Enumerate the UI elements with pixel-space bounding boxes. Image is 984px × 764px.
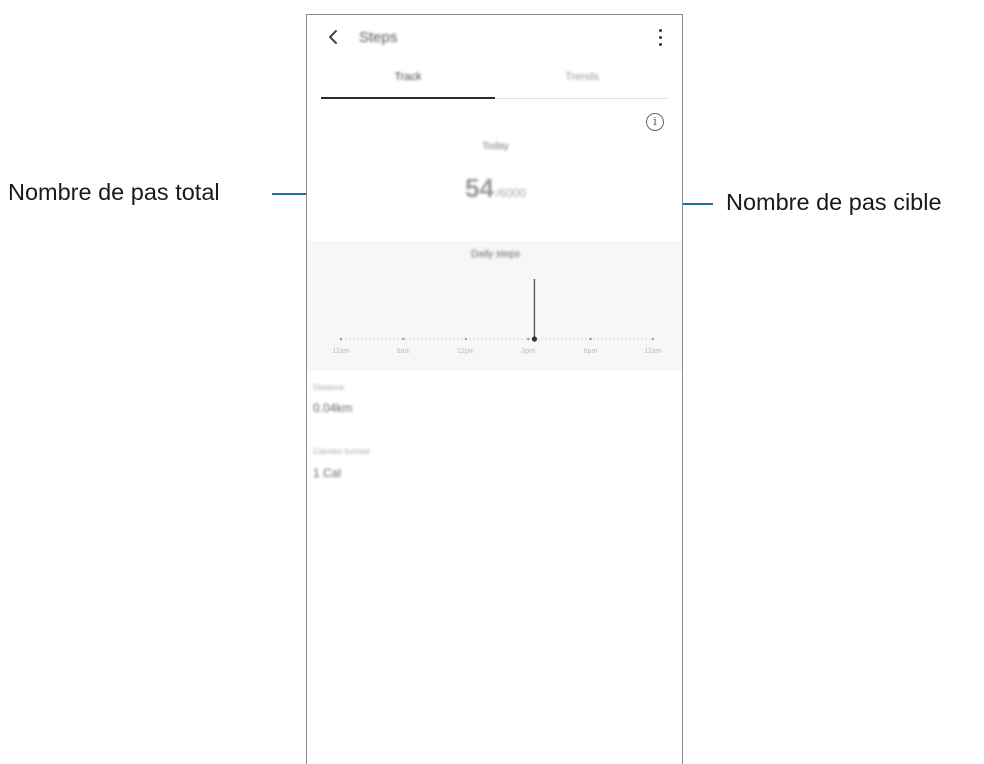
chart-tick-label: 12am (332, 348, 350, 355)
chart-tick-label: 12pm (457, 348, 475, 355)
distance-label: Distance (313, 383, 345, 392)
chart-tick (402, 337, 405, 341)
steps-target: /6000 (495, 186, 526, 200)
callout-target-steps: Nombre de pas cible (726, 189, 942, 215)
chart-tick (339, 337, 343, 341)
chart-tick-label: 3pm (521, 348, 535, 355)
chart-tick (651, 337, 655, 341)
daily-steps-chart: Daily steps 12am 6am 12pm 3pm 6pm 12am (307, 241, 682, 371)
tab-track[interactable]: Track (321, 71, 495, 83)
callout-total-steps: Nombre de pas total (8, 179, 220, 205)
screenshot-canvas: Nombre de pas total Nombre de pas cible … (0, 0, 984, 764)
calories-label: Calories burned (313, 447, 370, 456)
chart-plot: 12am 6am 12pm 3pm 6pm 12am (332, 279, 662, 355)
chart-tick-label: 6pm (584, 348, 598, 355)
tab-indicator (321, 97, 495, 99)
phone-screen: Steps Track Trends i Today 54/6000 Daily… (306, 14, 683, 764)
chart-tick-label: 6am (397, 348, 411, 355)
chart-tick (464, 337, 467, 341)
calories-value: 1 Cal (313, 466, 342, 480)
steps-total: 54 (465, 173, 494, 203)
distance-value: 0.04km (313, 401, 353, 415)
chart-current-dot (531, 336, 538, 342)
chart-tick-label: 12am (644, 348, 662, 355)
info-icon[interactable]: i (646, 113, 664, 131)
chart-tick (527, 337, 530, 341)
chevron-left-icon[interactable] (323, 25, 345, 49)
app-title: Steps (359, 29, 398, 46)
more-vertical-icon[interactable] (652, 25, 668, 51)
chart-tick (589, 337, 592, 341)
steps-summary: 54/6000 (307, 173, 682, 204)
date-label: Today (482, 141, 509, 152)
tab-trends[interactable]: Trends (495, 71, 669, 83)
